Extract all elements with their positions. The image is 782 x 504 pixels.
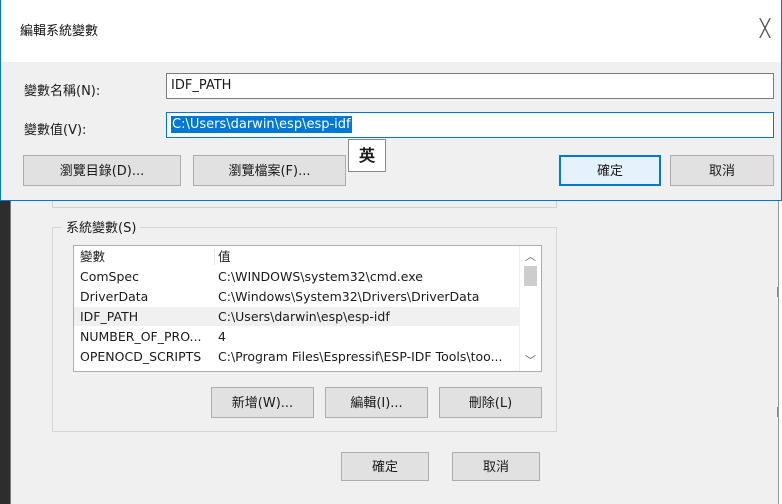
edit-variable-button[interactable]: 編輯(I)...: [325, 387, 428, 418]
table-row[interactable]: NUMBER_OF_PRO... 4: [74, 327, 520, 346]
background-tick: [777, 287, 778, 297]
variable-name-input-text: IDF_PATH: [171, 78, 232, 93]
scroll-down-icon[interactable]: ﹀: [520, 352, 541, 369]
column-divider[interactable]: [214, 249, 215, 265]
browse-file-button[interactable]: 瀏覽檔案(F)...: [193, 155, 346, 186]
variable-value: 4: [218, 329, 226, 344]
table-row-selected[interactable]: IDF_PATH C:\Users\darwin\esp\esp-idf: [74, 307, 520, 326]
system-variables-list[interactable]: 變數 值 ComSpec C:\WINDOWS\system32\cmd.exe…: [73, 245, 542, 372]
dialog-title: 編輯系統變數: [20, 24, 99, 39]
variable-value: C:\WINDOWS\system32\cmd.exe: [218, 269, 423, 284]
list-header: 變數 值: [74, 247, 520, 266]
browse-directory-button[interactable]: 瀏覽目錄(D)...: [23, 155, 181, 186]
variable-name: IDF_PATH: [80, 309, 139, 324]
cancel-button[interactable]: 取消: [670, 155, 774, 186]
ok-button[interactable]: 確定: [559, 155, 661, 186]
edit-system-variable-dialog: 編輯系統變數 ╳ 變數名稱(N): IDF_PATH 變數值(V): C:\Us…: [0, 0, 782, 201]
dialog-titlebar[interactable]: 編輯系統變數 ╳: [0, 0, 782, 62]
variable-value-input[interactable]: C:\Users\darwin\esp\esp-idf: [166, 112, 774, 138]
variable-value-label: 變數值(V):: [24, 123, 87, 138]
close-icon[interactable]: ╳: [750, 14, 780, 44]
variable-value: C:\Program Files\Espressif\ESP-IDF Tools…: [218, 349, 503, 364]
variable-name: OPENOCD_SCRIPTS: [80, 349, 202, 364]
new-variable-button[interactable]: 新增(W)...: [211, 387, 314, 418]
column-header-variable[interactable]: 變數: [80, 247, 216, 266]
env-ok-button[interactable]: 確定: [341, 452, 429, 481]
env-cancel-button[interactable]: 取消: [452, 452, 540, 481]
scroll-up-icon[interactable]: ︿: [520, 248, 541, 265]
variable-name: DriverData: [80, 289, 149, 304]
variable-value-input-text: C:\Users\darwin\esp\esp-idf: [171, 116, 352, 133]
user-variables-group-border: [52, 207, 557, 208]
variable-name-input[interactable]: IDF_PATH: [166, 73, 774, 99]
ime-mode-indicator: 英: [348, 139, 386, 172]
variable-value: C:\Users\darwin\esp\esp-idf: [218, 309, 390, 324]
delete-variable-button[interactable]: 刪除(L): [439, 387, 542, 418]
table-row[interactable]: ComSpec C:\WINDOWS\system32\cmd.exe: [74, 267, 520, 286]
system-variables-title: 系統變數(S): [62, 217, 141, 236]
table-row[interactable]: OPENOCD_SCRIPTS C:\Program Files\Espress…: [74, 347, 520, 366]
variable-value: C:\Windows\System32\Drivers\DriverData: [218, 289, 480, 304]
vertical-scrollbar[interactable]: ︿ ﹀: [519, 246, 541, 371]
column-header-value[interactable]: 值: [218, 247, 518, 266]
dialog-border: [0, 0, 1, 201]
variable-name: NUMBER_OF_PRO...: [80, 329, 202, 344]
table-row[interactable]: DriverData C:\Windows\System32\Drivers\D…: [74, 287, 520, 306]
background-tick: [777, 407, 778, 417]
variable-name: ComSpec: [80, 269, 139, 284]
variable-name-label: 變數名稱(N):: [24, 84, 101, 99]
scroll-thumb[interactable]: [524, 266, 537, 286]
